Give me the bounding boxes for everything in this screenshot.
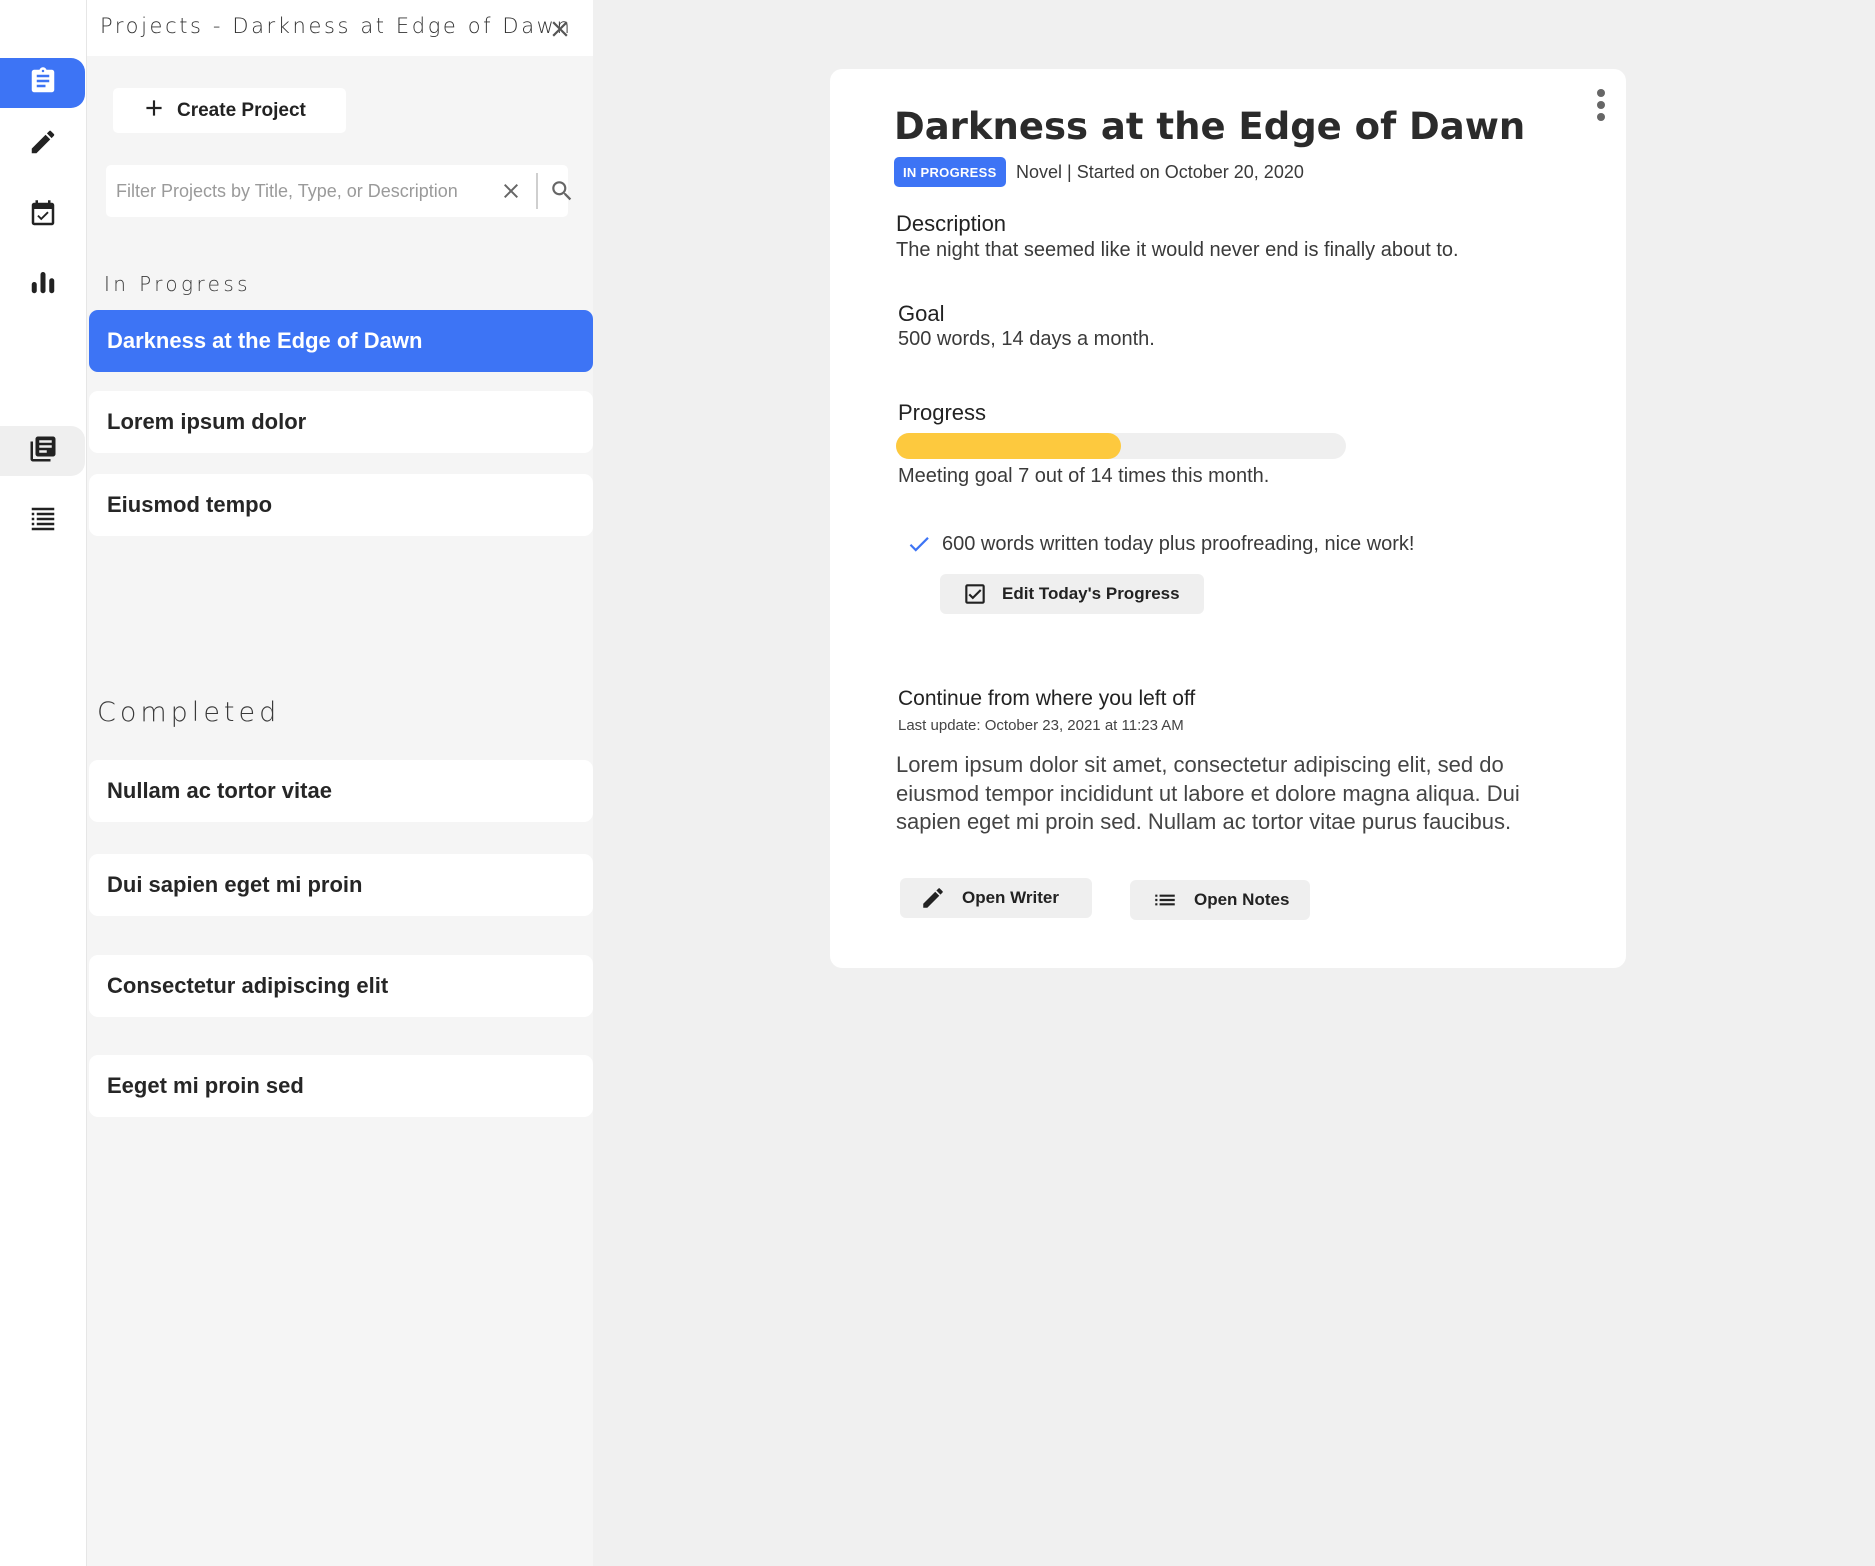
project-detail-card: Darkness at the Edge of Dawn IN PROGRESS…: [830, 69, 1626, 968]
goal-label: Goal: [898, 301, 945, 326]
project-item[interactable]: Consectetur adipiscing elit: [89, 955, 593, 1017]
rail-list-button[interactable]: [0, 496, 85, 546]
description-label: Description: [896, 211, 1007, 236]
calendar-check-icon: [28, 199, 58, 234]
plus-icon: [141, 95, 177, 127]
icon-rail: [0, 0, 87, 1566]
filter-input[interactable]: [116, 173, 476, 209]
list-icon: [1152, 887, 1178, 913]
edit-today-progress-button[interactable]: Edit Today's Progress: [940, 574, 1204, 614]
open-notes-label: Open Notes: [1194, 890, 1290, 909]
goal-text: 500 words, 14 days a month.: [898, 328, 1155, 350]
completed-heading: Completed: [97, 697, 281, 728]
filter-box: [106, 165, 572, 217]
project-meta: Novel | Started on October 20, 2020: [1016, 162, 1304, 182]
project-item[interactable]: Nullam ac tortor vitae: [89, 760, 593, 822]
open-notes-button[interactable]: Open Notes: [1130, 880, 1310, 920]
library-icon: [28, 434, 58, 469]
project-item[interactable]: Lorem ipsum dolor: [89, 391, 593, 453]
create-project-button[interactable]: Create Project: [113, 88, 346, 133]
close-icon: [499, 184, 523, 207]
filter-divider: [536, 173, 538, 209]
rail-calendar-button[interactable]: [0, 191, 85, 241]
project-item[interactable]: Eiusmod tempo: [89, 474, 593, 536]
more-vert-icon: [1597, 89, 1605, 121]
clipboard-icon: [28, 66, 58, 101]
project-item[interactable]: Dui sapien eget mi proin: [89, 854, 593, 916]
create-project-label: Create Project: [177, 99, 306, 121]
more-options-button[interactable]: [1590, 87, 1612, 123]
rail-projects-button[interactable]: [0, 58, 85, 108]
project-item[interactable]: Darkness at the Edge of Dawn: [89, 310, 593, 372]
project-item[interactable]: Eeget mi proin sed: [89, 1055, 593, 1117]
progress-label: Progress: [898, 400, 987, 425]
rail-library-button[interactable]: [0, 426, 85, 476]
close-icon: [547, 21, 573, 46]
search-button[interactable]: [549, 178, 575, 204]
today-progress-note: 600 words written today plus proofreadin…: [942, 533, 1415, 555]
search-icon: [549, 181, 575, 208]
pencil-icon: [920, 885, 946, 911]
list-icon: [28, 504, 58, 539]
progress-bar-fill: [896, 433, 1121, 459]
clear-filter-button[interactable]: [499, 179, 523, 203]
bar-chart-icon: [28, 267, 58, 302]
progress-bar: [896, 433, 1346, 459]
open-writer-button[interactable]: Open Writer: [900, 878, 1092, 918]
project-title: Darkness at the Edge of Dawn: [894, 105, 1526, 148]
app-window: Projects - Darkness at Edge of Dawn Crea…: [0, 0, 1875, 1566]
last-update-text: Last update: October 23, 2021 at 11:23 A…: [898, 717, 1184, 734]
check-icon: [906, 531, 932, 557]
in-progress-heading: In Progress: [104, 272, 251, 296]
continue-label: Continue from where you left off: [898, 687, 1196, 710]
progress-text: Meeting goal 7 out of 14 times this mont…: [898, 465, 1270, 487]
panel-header: Projects - Darkness at Edge of Dawn: [87, 0, 593, 56]
status-badge: IN PROGRESS: [894, 157, 1006, 187]
open-writer-label: Open Writer: [962, 888, 1059, 907]
checkbox-icon: [962, 581, 988, 607]
excerpt-text: Lorem ipsum dolor sit amet, consectetur …: [896, 752, 1520, 834]
rail-write-button[interactable]: [0, 119, 85, 169]
panel-title: Projects - Darkness at Edge of Dawn: [100, 14, 573, 38]
rail-stats-button[interactable]: [0, 259, 85, 309]
close-panel-button[interactable]: [547, 16, 573, 42]
projects-panel: Projects - Darkness at Edge of Dawn Crea…: [87, 0, 593, 1566]
edit-today-progress-label: Edit Today's Progress: [1002, 584, 1180, 603]
description-text: The night that seemed like it would neve…: [896, 239, 1459, 261]
pencil-icon: [28, 127, 58, 162]
